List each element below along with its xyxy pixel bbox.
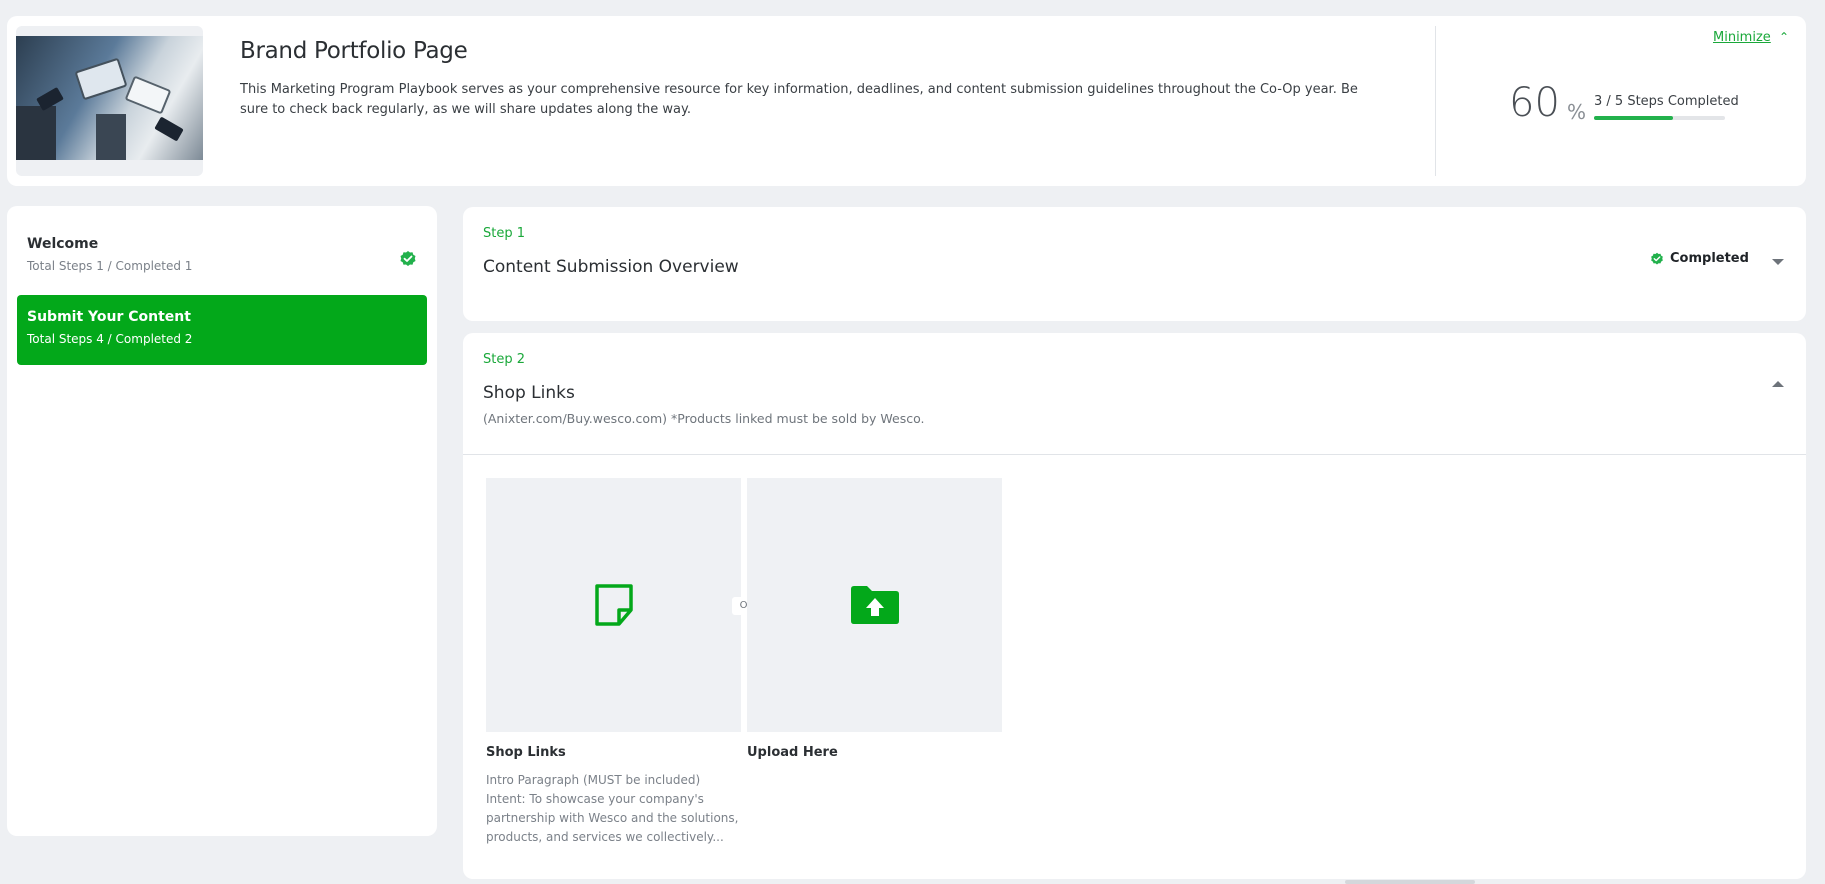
header-divider: [1435, 26, 1436, 176]
folder-upload-icon: [850, 586, 899, 624]
step-card-1: Step 1 Content Submission Overview Compl…: [463, 207, 1806, 321]
note-icon: [594, 584, 633, 626]
description-line: products, and services we collectively..…: [486, 830, 724, 844]
upload-label: Upload Here: [747, 745, 838, 760]
sidebar-item-title: Submit Your Content: [27, 309, 191, 325]
percent-sign: %: [1567, 100, 1587, 124]
step-subtitle: (Anixter.com/Buy.wesco.com) *Products li…: [483, 411, 925, 426]
sidebar-item-subtitle: Total Steps 1 / Completed 1: [27, 259, 193, 273]
progress-percent: 60: [1509, 80, 1560, 126]
sidebar-item-submit-your-content[interactable]: Submit Your Content Total Steps 4 / Comp…: [17, 295, 427, 365]
description-line: Intent: To showcase your company's: [486, 792, 704, 806]
page-description: This Marketing Program Playbook serves a…: [240, 82, 1358, 117]
step-title[interactable]: Content Submission Overview: [483, 257, 739, 277]
caret-up-icon[interactable]: [1772, 381, 1784, 387]
progress-bar-fill: [1594, 116, 1673, 120]
step-title[interactable]: Shop Links: [483, 383, 575, 403]
step-status-label: Completed: [1670, 251, 1749, 266]
check-circle-icon: [400, 251, 416, 266]
step-status: Completed: [1650, 251, 1749, 266]
description-line: Intro Paragraph (MUST be included): [486, 773, 701, 787]
step-card-2: Step 2 Shop Links (Anixter.com/Buy.wesco…: [463, 333, 1806, 879]
sidebar-item-subtitle: Total Steps 4 / Completed 2: [27, 332, 193, 346]
shop-links-label: Shop Links: [486, 745, 566, 760]
sidebar: Welcome Total Steps 1 / Completed 1 Subm…: [7, 206, 437, 836]
progress-bar: [1594, 116, 1725, 120]
description-line: partnership with Wesco and the solutions…: [486, 811, 739, 825]
program-photo: [16, 36, 203, 160]
steps-completed-label: 3 / 5 Steps Completed: [1594, 94, 1739, 109]
step-number: Step 2: [483, 352, 526, 367]
step-number: Step 1: [483, 226, 526, 241]
program-header: Brand Portfolio Page This Marketing Prog…: [7, 16, 1806, 186]
program-thumbnail: [16, 26, 203, 176]
sidebar-item-welcome[interactable]: Welcome Total Steps 1 / Completed 1: [17, 222, 427, 292]
caret-down-icon[interactable]: [1772, 259, 1784, 265]
check-circle-icon: [1651, 252, 1663, 264]
sidebar-item-title: Welcome: [27, 236, 99, 252]
minimize-link[interactable]: Minimize: [1713, 30, 1771, 45]
scroll-indicator: [1345, 880, 1475, 884]
step-divider: [463, 454, 1806, 455]
page-title: Brand Portfolio Page: [240, 38, 468, 64]
chevron-up-icon[interactable]: ⌃: [1779, 30, 1789, 44]
shop-links-description: Intro Paragraph (MUST be included) Inten…: [486, 771, 741, 847]
shop-links-tile[interactable]: [486, 478, 741, 732]
upload-tile[interactable]: [747, 478, 1002, 732]
